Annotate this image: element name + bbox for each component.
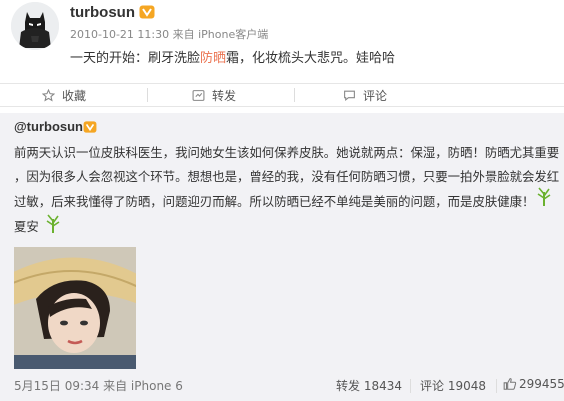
repost-meta: 5月15日 09:34 来自 iPhone 6 (14, 379, 183, 393)
divider (294, 88, 295, 102)
comment-icon (344, 90, 355, 101)
post-text-start: 一天的开始：刷牙洗脸 (70, 51, 201, 66)
sprout-emoji-icon (46, 214, 60, 233)
reposted-weibo: @turbosun 前两天认识一位皮肤科医生，我问她女生该如何保养皮肤。她说就两… (0, 113, 564, 401)
post-text: 一天的开始：刷牙洗脸防晒霜，化妆梳头大悲咒。娃哈哈 (70, 47, 395, 66)
comment-button[interactable]: 评论 (343, 84, 387, 106)
repost-username[interactable]: @turbosun (14, 119, 83, 134)
comment-label: 评论 (363, 88, 388, 103)
divider (496, 379, 497, 393)
favorite-button[interactable]: 收藏 (42, 84, 86, 106)
avatar[interactable] (11, 2, 59, 50)
batman-avatar-image (11, 2, 59, 50)
post-text-highlight[interactable]: 防晒 (200, 51, 226, 66)
like-count: 299455 (519, 377, 564, 391)
post-text-end: 霜，化妆梳头大悲咒。娃哈哈 (226, 51, 396, 66)
comment-count[interactable]: 评论 19048 (420, 377, 486, 394)
divider (410, 379, 411, 393)
repost-text-line: ，因为很多人会忽视这个环节。想想也是，曾经的我，没有任何防晒习惯，只要一拍外景脸… (14, 169, 560, 184)
repost-text-line: 过敏，后来我懂得了防晒，问题迎刃而解。所以防晒已经不单纯是美丽的问题，而是皮肤健… (14, 194, 535, 209)
repost-text-line: 前两天认识一位皮肤科医生，我问她女生该如何保养皮肤。她说就两点：保湿，防晒！防晒… (14, 145, 560, 160)
repost-photo[interactable] (14, 247, 136, 369)
vip-badge-icon[interactable] (83, 121, 97, 133)
repost-count[interactable]: 转发 18434 (336, 377, 402, 394)
repost-text-line: 夏安 (14, 219, 39, 234)
woman-in-straw-hat-photo (14, 247, 136, 369)
thumbs-up-icon (503, 378, 517, 390)
post-meta: 2010-10-21 11:30 来自 iPhone客户端 (70, 28, 269, 41)
repost-icon (192, 89, 205, 101)
like-button[interactable]: 299455 (503, 377, 564, 391)
favorite-label: 收藏 (62, 88, 87, 103)
repost-label: 转发 (212, 88, 237, 103)
post-username[interactable]: turbosun (70, 4, 135, 21)
sprout-emoji-icon (537, 187, 551, 206)
vip-badge-icon[interactable] (139, 5, 155, 19)
divider (147, 88, 148, 102)
action-bar: 收藏 转发 评论 (0, 83, 564, 107)
star-icon (42, 88, 55, 101)
repost-button[interactable]: 转发 (192, 84, 236, 106)
